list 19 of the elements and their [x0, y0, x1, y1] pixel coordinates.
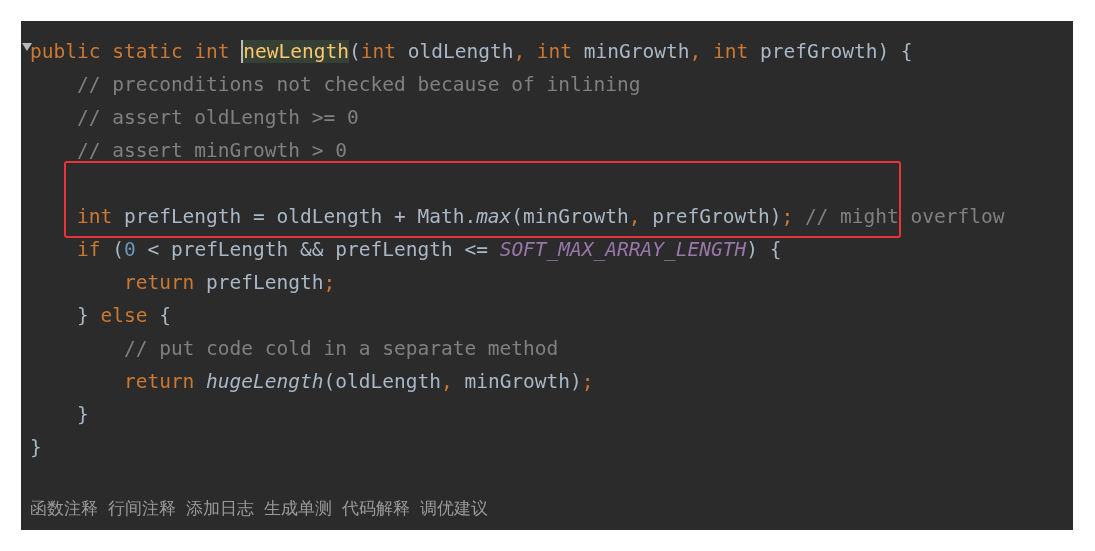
- code-lens-link[interactable]: 调优建议: [420, 496, 488, 522]
- code-line: return hugeLength(oldLength, minGrowth);: [122, 368, 594, 395]
- code-lens-link[interactable]: 添加日志: [186, 496, 254, 522]
- code-line: // put code cold in a separate method: [122, 335, 559, 362]
- code-line: // assert oldLength >= 0: [75, 104, 359, 131]
- fold-icon: [22, 43, 32, 51]
- code-line: return prefLength;: [122, 269, 336, 296]
- code-line: // assert minGrowth > 0: [75, 137, 347, 164]
- code-lens-link[interactable]: 行间注释: [108, 496, 176, 522]
- code-line: public static int newLength(int oldLength, int minGrowth, int prefGrowth) {: [30, 38, 913, 65]
- code-line: int prefLength = oldLength + Math.max(minGrowth, prefGrowth); // might overflow: [75, 203, 1005, 230]
- code-line: } else {: [75, 302, 171, 329]
- code-lens-link[interactable]: 生成单测: [264, 496, 332, 522]
- code-line: if (0 < prefLength && prefLength <= SOFT_MAX_ARRAY_LENGTH) {: [75, 236, 782, 263]
- code-line: }: [75, 401, 89, 428]
- code-line: // preconditions not checked because of inlining: [75, 71, 641, 98]
- code-lens-link[interactable]: 函数注释: [30, 496, 98, 522]
- code-line: }: [30, 434, 42, 461]
- code-lens-link[interactable]: 代码解释: [342, 496, 410, 522]
